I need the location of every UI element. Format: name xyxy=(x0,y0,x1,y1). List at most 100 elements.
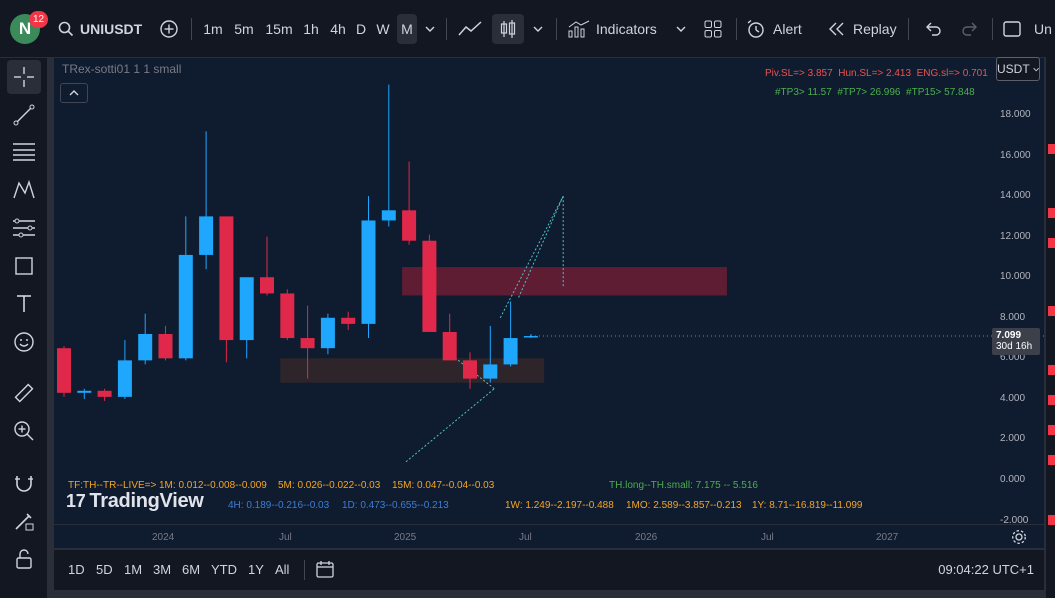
candle-body xyxy=(280,293,295,339)
red-marker xyxy=(1048,395,1055,405)
price-tick: 8.000 xyxy=(1000,311,1026,323)
zoom-tool[interactable] xyxy=(7,414,41,448)
timeframe-5m[interactable]: 5m xyxy=(231,14,257,44)
ruler-icon xyxy=(14,383,34,403)
candle-body xyxy=(320,317,335,349)
smiley-icon xyxy=(14,332,34,352)
trend-line-tool[interactable] xyxy=(7,98,41,132)
redo-icon xyxy=(962,22,977,36)
candlestick-chart[interactable] xyxy=(54,58,1044,524)
pattern-tool[interactable] xyxy=(7,173,41,207)
candle-body xyxy=(97,390,112,397)
chevron-down-icon xyxy=(533,26,543,32)
chart-type-dropdown[interactable] xyxy=(528,14,548,44)
symbol-name: UNIUSDT xyxy=(80,21,143,37)
candle-body xyxy=(77,390,92,393)
chevron-down-icon xyxy=(676,26,686,32)
timeframe-4h[interactable]: 4h xyxy=(327,14,349,44)
symbol-search[interactable]: UNIUSDT xyxy=(58,14,148,44)
hun-sl: Hun.SL=> 2.413 xyxy=(838,68,912,79)
emoji-tool[interactable] xyxy=(7,325,41,359)
tp3: #TP3> 11.57 xyxy=(775,87,832,98)
bar-countdown: 30d 16h xyxy=(996,341,1033,352)
price-axis[interactable]: 18.000 16.000 14.000 12.000 10.000 8.000 6.000… xyxy=(994,58,1044,526)
timeframe-15m[interactable]: 15m xyxy=(263,14,295,44)
draw-mode-tool[interactable] xyxy=(7,504,41,538)
timeframe-dropdown[interactable] xyxy=(420,14,440,44)
layouts-button[interactable] xyxy=(700,14,726,44)
magnet-icon xyxy=(15,476,33,492)
horizontal-lines-icon xyxy=(13,143,35,161)
indicators-dropdown[interactable] xyxy=(672,14,690,44)
price-tick: 14.000 xyxy=(1000,190,1031,202)
tv-logo-text: TradingView xyxy=(89,490,204,512)
compare-symbol-button[interactable] xyxy=(156,14,182,44)
time-tick: 2027 xyxy=(876,532,899,543)
top-toolbar: N 12 UNIUSDT 1m 5m 15m 1h 4h D W M Indic… xyxy=(0,0,1055,58)
timeframe-1h[interactable]: 1h xyxy=(300,14,322,44)
projection-tool[interactable] xyxy=(7,211,41,245)
range-3m[interactable]: 3M xyxy=(153,562,171,577)
legend-collapse-button[interactable] xyxy=(60,83,88,103)
candle-chart-type-button[interactable] xyxy=(492,14,524,44)
range-all[interactable]: All xyxy=(275,562,289,577)
range-1d[interactable]: 1D xyxy=(68,562,85,577)
replay-button[interactable]: Replay xyxy=(828,14,900,44)
range-1m[interactable]: 1M xyxy=(124,562,142,577)
time-axis[interactable]: 2024 Jul 2025 Jul 2026 Jul 2027 xyxy=(54,524,994,548)
candle-body xyxy=(463,360,477,379)
right-widget-strip xyxy=(1046,50,1055,598)
layout-select-button[interactable] xyxy=(1000,14,1024,44)
tp-line: #TP3> 11.57 #TP7> 26.996 #TP15> 57.848 xyxy=(775,87,975,98)
candle-body xyxy=(117,360,132,397)
range-5d[interactable]: 5D xyxy=(96,562,113,577)
tp7: #TP7> 26.996 xyxy=(837,87,901,98)
magnet-tool[interactable] xyxy=(7,466,41,500)
alarm-clock-icon xyxy=(747,19,764,38)
candle-body xyxy=(402,210,417,241)
red-marker xyxy=(1048,144,1055,154)
indicators-icon xyxy=(568,20,590,38)
range-1y[interactable]: 1Y xyxy=(248,562,264,577)
crosshair-tool[interactable] xyxy=(7,60,41,94)
tradingview-logo[interactable]: 17 TradingView xyxy=(66,490,204,513)
range-ytd[interactable]: YTD xyxy=(211,562,237,577)
chevron-up-icon xyxy=(69,90,79,96)
chart-settings-button[interactable] xyxy=(994,524,1044,548)
replay-label: Replay xyxy=(853,21,897,37)
measure-tool[interactable] xyxy=(7,376,41,410)
sl-line: Piv.SL=> 3.857 Hun.SL=> 2.413 ENG.sl=> 0… xyxy=(765,68,988,79)
time-tick: 2024 xyxy=(152,532,175,543)
price-tick: 2.000 xyxy=(1000,433,1026,445)
indicators-label: Indicators xyxy=(596,21,657,37)
candle-body xyxy=(422,240,437,332)
goto-date-button[interactable] xyxy=(315,559,335,584)
lock-tool[interactable] xyxy=(7,542,41,576)
indicator-legend[interactable]: TRex-sotti01 1 1 small xyxy=(62,62,181,76)
timeframe-1m[interactable]: 1m xyxy=(200,14,226,44)
info-5m: 5M: 0.026--0.022--0.03 xyxy=(278,480,381,491)
timeframe-d[interactable]: D xyxy=(353,14,369,44)
timeframe-m[interactable]: M xyxy=(397,14,417,44)
alert-label: Alert xyxy=(773,21,802,37)
text-tool[interactable] xyxy=(7,287,41,321)
shape-tool[interactable] xyxy=(7,249,41,283)
candle-body xyxy=(260,277,274,294)
rewind-icon xyxy=(829,22,844,36)
range-6m[interactable]: 6M xyxy=(182,562,200,577)
grid-icon xyxy=(704,20,722,38)
redo-button[interactable] xyxy=(957,14,983,44)
chart-pane[interactable]: TRex-sotti01 1 1 small Piv.SL=> 3.857 Hu… xyxy=(54,58,1044,548)
projection-line xyxy=(499,195,564,319)
layout-name[interactable]: Un xyxy=(1034,14,1055,44)
line-chart-icon xyxy=(458,21,482,36)
timeframe-w[interactable]: W xyxy=(374,14,392,44)
plus-circle-icon xyxy=(160,20,178,38)
indicators-button[interactable]: Indicators xyxy=(568,14,664,44)
fib-tool[interactable] xyxy=(7,135,41,169)
text-icon xyxy=(17,295,31,312)
undo-button[interactable] xyxy=(920,14,946,44)
line-chart-type-button[interactable] xyxy=(456,14,484,44)
timezone-clock[interactable]: 09:04:22 UTC+1 xyxy=(938,562,1034,577)
alert-button[interactable]: Alert xyxy=(746,14,810,44)
